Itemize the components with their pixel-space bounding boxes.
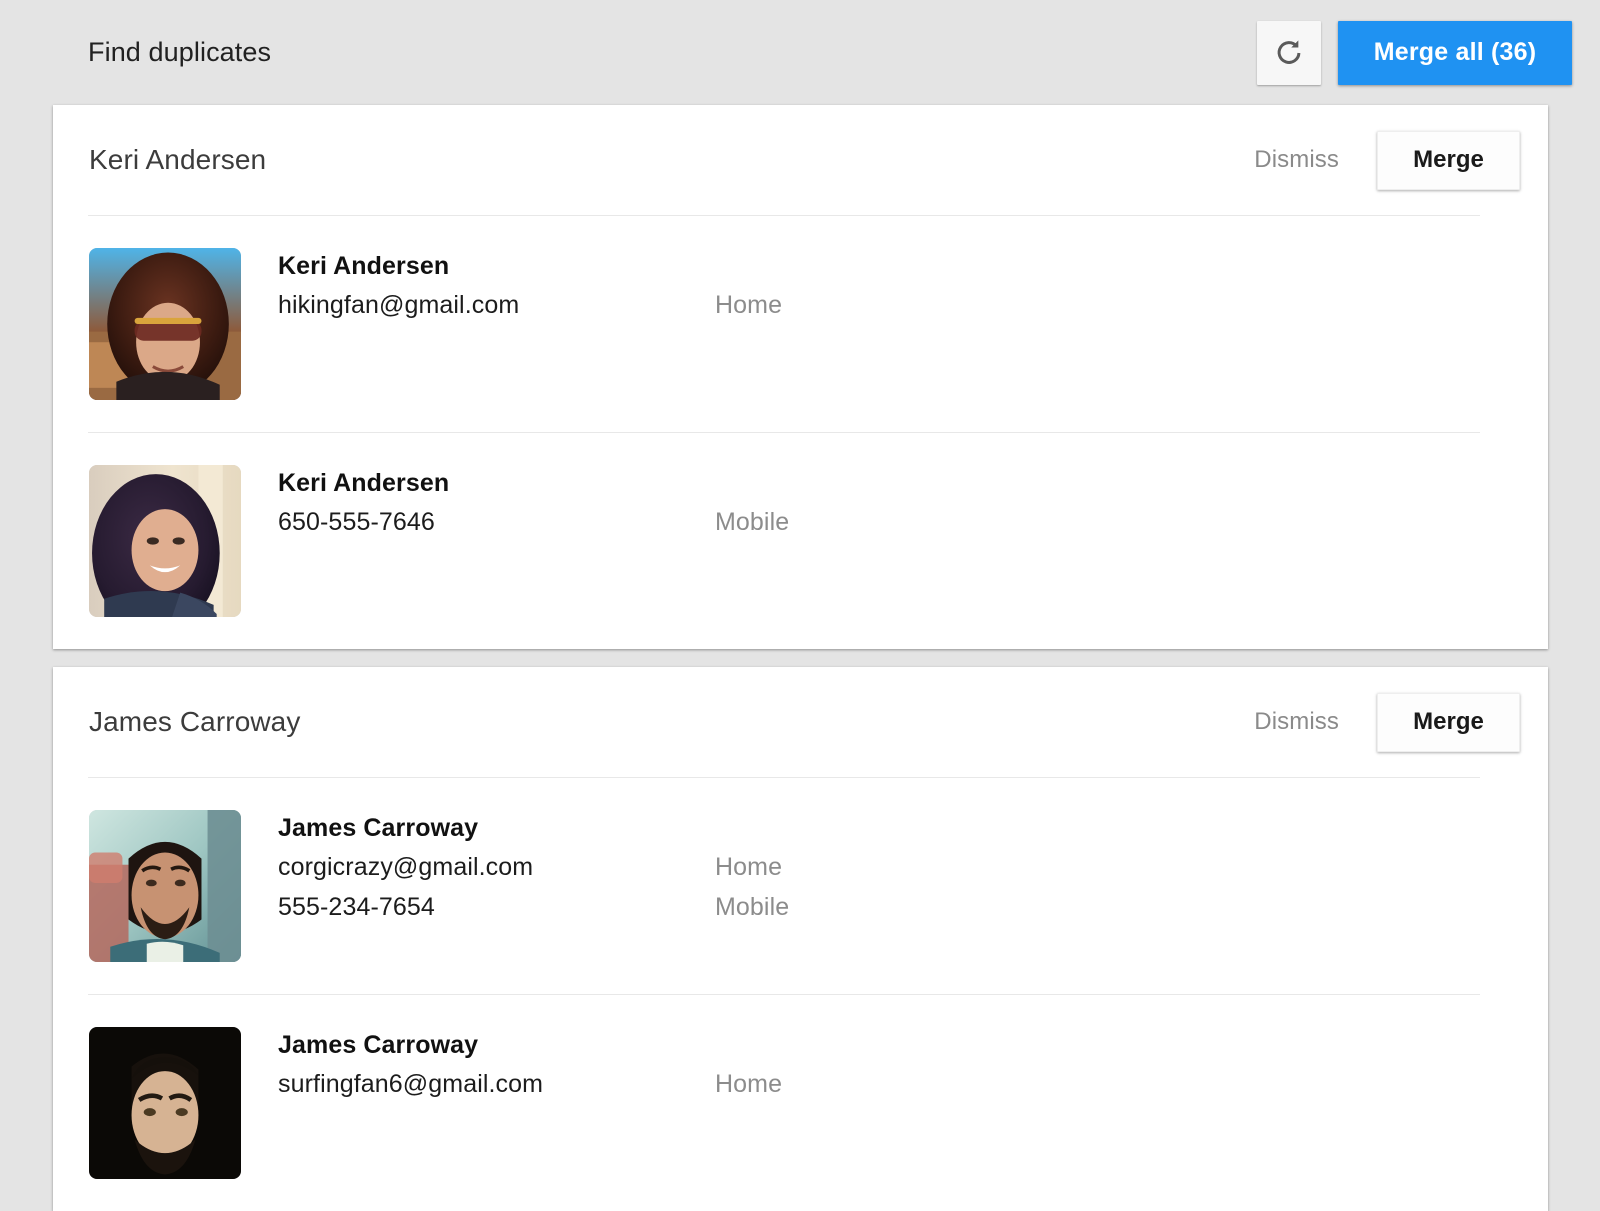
field-value: hikingfan@gmail.com: [278, 291, 715, 320]
refresh-button[interactable]: [1257, 21, 1321, 85]
contact-details: Keri Andersen 650-555-7646 Mobile: [278, 465, 1520, 548]
refresh-icon: [1272, 36, 1306, 70]
contact-details: James Carroway corgicrazy@gmail.com Home…: [278, 810, 1520, 933]
merge-button[interactable]: Merge: [1377, 131, 1520, 190]
contact-field: corgicrazy@gmail.com Home: [278, 853, 1520, 882]
contact-name: Keri Andersen: [278, 251, 1520, 281]
field-label: Mobile: [715, 893, 789, 922]
duplicate-group-card: James Carroway Dismiss Merge: [53, 667, 1548, 1211]
contact-row[interactable]: Keri Andersen hikingfan@gmail.com Home: [53, 216, 1548, 432]
contact-field: 650-555-7646 Mobile: [278, 508, 1520, 537]
dismiss-button[interactable]: Dismiss: [1238, 698, 1355, 746]
group-title: Keri Andersen: [89, 144, 266, 176]
group-header: James Carroway Dismiss Merge: [53, 667, 1548, 777]
field-label: Home: [715, 291, 782, 320]
group-actions: Dismiss Merge: [1238, 131, 1520, 190]
field-label: Home: [715, 853, 782, 882]
group-title: James Carroway: [89, 706, 300, 738]
field-value: 555-234-7654: [278, 893, 715, 922]
group-actions: Dismiss Merge: [1238, 693, 1520, 752]
field-label: Mobile: [715, 508, 789, 537]
group-header: Keri Andersen Dismiss Merge: [53, 105, 1548, 215]
contact-details: Keri Andersen hikingfan@gmail.com Home: [278, 248, 1520, 331]
contact-name: James Carroway: [278, 813, 1520, 843]
merge-button[interactable]: Merge: [1377, 693, 1520, 752]
page-toolbar: Find duplicates Merge all (36): [0, 0, 1600, 105]
contact-details: James Carroway surfingfan6@gmail.com Hom…: [278, 1027, 1520, 1110]
toolbar-actions: Merge all (36): [1257, 21, 1572, 85]
contact-field: hikingfan@gmail.com Home: [278, 291, 1520, 320]
field-value: 650-555-7646: [278, 508, 715, 537]
avatar: [89, 810, 241, 962]
page-title: Find duplicates: [88, 37, 271, 68]
avatar: [89, 465, 241, 617]
dismiss-button[interactable]: Dismiss: [1238, 136, 1355, 184]
field-value: surfingfan6@gmail.com: [278, 1070, 715, 1099]
avatar: [89, 1027, 241, 1179]
field-value: corgicrazy@gmail.com: [278, 853, 715, 882]
contact-field: surfingfan6@gmail.com Home: [278, 1070, 1520, 1099]
contact-name: James Carroway: [278, 1030, 1520, 1060]
contact-row[interactable]: James Carroway corgicrazy@gmail.com Home…: [53, 778, 1548, 994]
field-label: Home: [715, 1070, 782, 1099]
avatar: [89, 248, 241, 400]
duplicate-group-card: Keri Andersen Dismiss Merge: [53, 105, 1548, 649]
contact-field: 555-234-7654 Mobile: [278, 893, 1520, 922]
duplicate-groups-list: Keri Andersen Dismiss Merge: [0, 105, 1600, 1211]
merge-all-button[interactable]: Merge all (36): [1338, 21, 1572, 85]
contact-row[interactable]: James Carroway surfingfan6@gmail.com Hom…: [53, 995, 1548, 1211]
contact-name: Keri Andersen: [278, 468, 1520, 498]
contact-row[interactable]: Keri Andersen 650-555-7646 Mobile: [53, 433, 1548, 649]
